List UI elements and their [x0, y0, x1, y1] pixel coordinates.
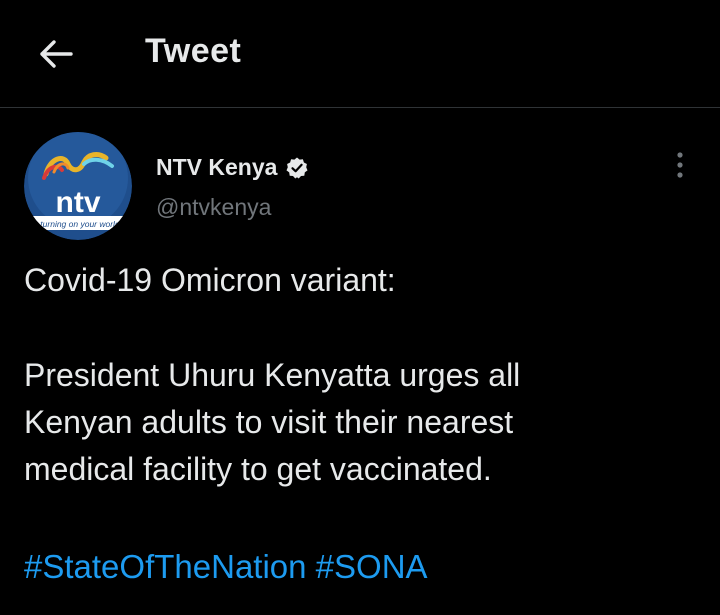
- top-bar: Tweet: [0, 0, 720, 108]
- back-button[interactable]: [30, 30, 82, 78]
- author-handle[interactable]: @ntvkenya: [156, 194, 271, 221]
- tweet-line: medical facility to get vaccinated.: [24, 451, 492, 487]
- hashtag-link[interactable]: #StateOfTheNation: [24, 548, 307, 585]
- verified-badge-icon: [285, 156, 309, 180]
- hashtag-link[interactable]: #SONA: [316, 548, 428, 585]
- tweet-line: Kenyan adults to visit their nearest: [24, 404, 514, 440]
- page-title: Tweet: [145, 32, 242, 70]
- ntv-logo: ntv turning on your world: [24, 132, 132, 240]
- avatar-logo-text: ntv: [56, 186, 101, 219]
- author-display-name: NTV Kenya: [156, 154, 278, 180]
- avatar[interactable]: ntv turning on your world: [24, 132, 132, 240]
- more-options-button[interactable]: [660, 145, 700, 185]
- tweet-line: President Uhuru Kenyatta urges all: [24, 357, 521, 393]
- tweet-line: Covid-19 Omicron variant:: [24, 262, 396, 298]
- author-name[interactable]: NTV Kenya: [156, 154, 309, 181]
- tweet-text: Covid-19 Omicron variant: President Uhur…: [24, 257, 704, 493]
- more-vertical-icon: [677, 152, 683, 178]
- arrow-left-icon: [40, 40, 73, 68]
- avatar-tagline: turning on your world: [40, 219, 120, 229]
- tweet-hashtags: #StateOfTheNation #SONA: [24, 543, 428, 591]
